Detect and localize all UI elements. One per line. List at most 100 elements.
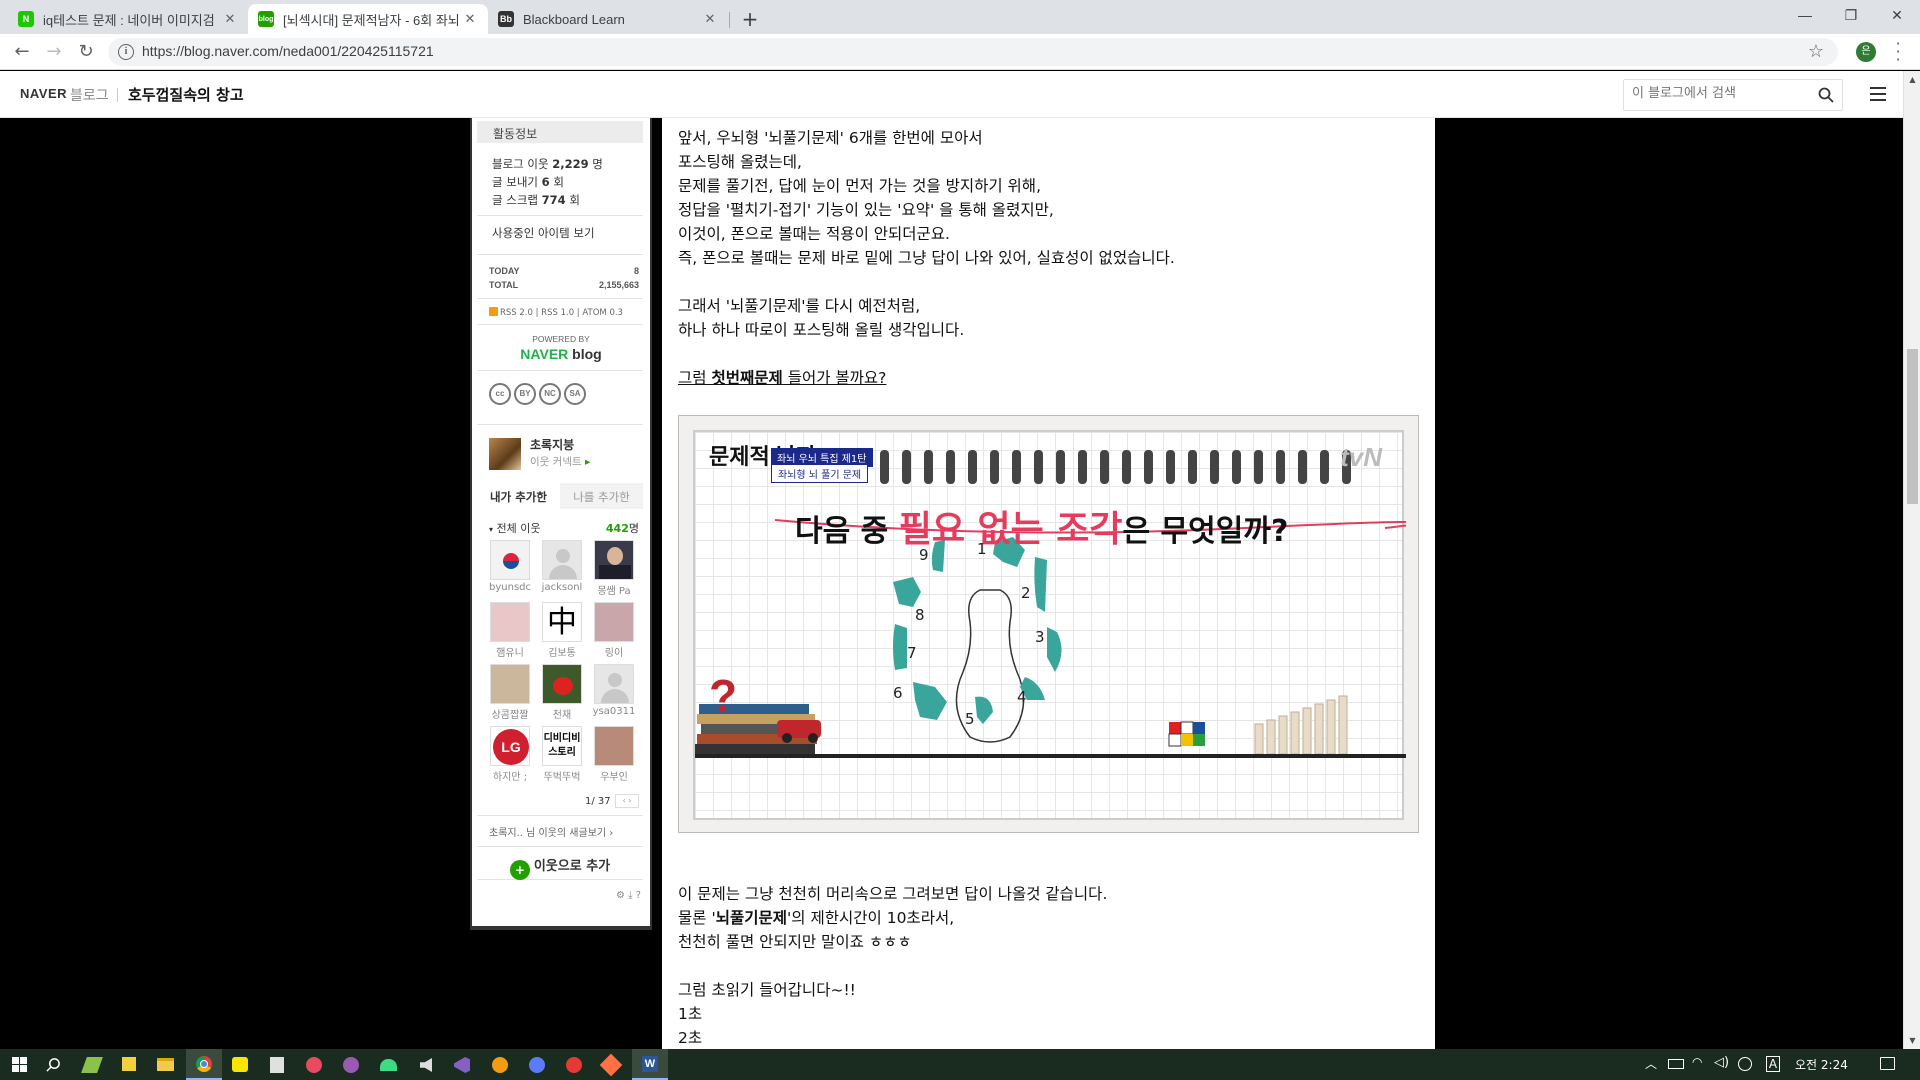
all-neighbors-dropdown[interactable]: ▾ 전체 이웃 <box>489 520 541 536</box>
forward-arrow-icon[interactable]: → <box>44 42 64 62</box>
app-icon[interactable] <box>492 1057 508 1073</box>
close-icon[interactable]: ✕ <box>222 11 238 27</box>
quiz-illustration: ? <box>695 450 1406 758</box>
profile-avatar[interactable]: 은 <box>1856 42 1876 62</box>
clock[interactable]: 오전 2:24 <box>1795 1056 1848 1073</box>
neighbor-name: 하지만 ; <box>492 772 528 783</box>
pager-arrows-icon[interactable]: ‹ › <box>615 794 639 808</box>
post-line: 즉, 폰으로 볼때는 문제 바로 밑에 그냥 답이 나와 있어, 실효성이 없었… <box>678 249 1175 267</box>
kakaotalk-icon[interactable] <box>232 1057 248 1072</box>
post-line: 앞서, 우뇌형 '뇌풀기문제' 6개를 한번에 모아서 <box>678 129 983 147</box>
neighbor-avatar <box>594 726 634 766</box>
neighbor-item[interactable]: jacksonl <box>539 540 585 593</box>
app-icon[interactable] <box>306 1057 322 1073</box>
tab-added-by-me[interactable]: 내가 추가한 <box>477 483 560 509</box>
quiz-question: 다음 중 필요 없는 조각은 무엇일까? <box>795 509 1289 550</box>
neighbor-item[interactable]: ysa0311 <box>591 664 637 717</box>
tab-title: [뇌섹시대] 문제적남자 - 6회 좌뇌 <box>283 12 460 28</box>
search-icon[interactable] <box>46 1057 61 1072</box>
file-explorer-icon[interactable] <box>157 1058 174 1071</box>
blog-search-input[interactable] <box>1632 86 1812 101</box>
tray-chevron-icon[interactable]: ︿ <box>1645 1055 1657 1072</box>
close-icon[interactable]: ✕ <box>702 11 718 27</box>
browser-tab[interactable]: N iq테스트 문제 : 네이버 이미지검 ✕ <box>8 4 248 34</box>
scroll-down-icon[interactable]: ▼ <box>1904 1032 1920 1049</box>
browser-tab[interactable]: Bb Blackboard Learn ✕ <box>488 4 728 34</box>
app-icon[interactable] <box>599 1053 623 1077</box>
tab-added-me[interactable]: 나를 추가한 <box>560 483 643 509</box>
post-line: 이것이, 폰으로 볼때는 적용이 안되더군요. <box>678 225 950 243</box>
neighbor-item[interactable]: 상콤짭짤 <box>487 664 533 721</box>
neighbor-item[interactable]: byunsdc <box>487 540 533 593</box>
sidebar-tools-icons[interactable]: ⚙ ⤓ ? <box>616 890 641 901</box>
app-icon[interactable] <box>529 1057 545 1073</box>
add-neighbor-button[interactable]: + 이웃으로 추가 <box>477 846 643 880</box>
cc-nc-icon: NC <box>539 383 561 405</box>
close-icon[interactable]: ✕ <box>462 11 478 27</box>
blog-logo-text[interactable]: 블로그 <box>70 85 109 105</box>
sticky-notes-icon[interactable] <box>122 1057 136 1071</box>
notifications-icon[interactable] <box>1880 1057 1895 1070</box>
neighbor-item[interactable]: 우부인 <box>591 726 637 783</box>
back-arrow-icon[interactable]: ← <box>12 42 32 62</box>
windows-start-icon[interactable] <box>12 1057 27 1072</box>
post-line: 그래서 '뇌풀기문제'를 다시 예전처럼, <box>678 297 921 315</box>
info-icon[interactable]: i <box>118 44 134 60</box>
naver-blog-logo[interactable]: NAVER blog <box>475 346 647 362</box>
buddy-news-link[interactable]: 초록지.. 님 이웃의 새글보기 › <box>489 824 613 839</box>
browser-menu-icon[interactable]: · · · <box>1892 36 1904 68</box>
app-icon[interactable] <box>566 1057 582 1073</box>
search-icon[interactable] <box>1818 87 1834 103</box>
blog-search-box <box>1623 79 1843 111</box>
window-close-button[interactable]: ✕ <box>1874 0 1920 30</box>
address-bar[interactable]: i https://blog.naver.com/neda001/2204251… <box>108 38 1838 66</box>
naver-logo[interactable]: NAVER <box>20 86 67 101</box>
neighbor-item[interactable]: 디비디비 스토리 뚜벅뚜벅 <box>539 726 585 783</box>
volume-icon[interactable]: ◁) <box>1714 1055 1729 1070</box>
scroll-thumb[interactable] <box>1907 349 1918 504</box>
neighbor-item[interactable]: LG 하지만 ; <box>487 726 533 783</box>
buddy-connect-link[interactable]: 이웃 커넥트 ▸ <box>530 454 590 469</box>
stat-sends: 글 보내기 6 회 <box>492 175 564 189</box>
app-icon[interactable] <box>343 1057 359 1073</box>
divider <box>477 424 643 425</box>
reload-icon[interactable]: ↻ <box>76 42 96 62</box>
url-text[interactable]: https://blog.naver.com/neda001/220425115… <box>142 43 434 59</box>
scroll-up-icon[interactable]: ▲ <box>1904 71 1920 88</box>
page-scrollbar[interactable]: ▲ ▼ <box>1903 71 1920 1049</box>
neighbor-item[interactable]: 몽쌤 Pa <box>591 540 637 597</box>
neighbor-avatar <box>542 540 582 580</box>
neighbor-item[interactable]: 천재 <box>539 664 585 721</box>
items-link[interactable]: 사용중인 아이템 보기 <box>492 225 595 241</box>
maximize-button[interactable]: ❐ <box>1828 0 1874 30</box>
speaker-app-icon[interactable] <box>420 1058 432 1072</box>
wifi-icon[interactable]: ◠ <box>1692 1055 1702 1069</box>
tvn-logo: tvN <box>1340 442 1382 472</box>
neighbor-item[interactable]: 링이 <box>591 602 637 659</box>
calculator-icon[interactable] <box>270 1057 284 1073</box>
chrome-icon[interactable] <box>186 1049 222 1080</box>
input-language-indicator[interactable]: A <box>1766 1056 1780 1072</box>
neighbor-avatar <box>542 664 582 704</box>
rss-links[interactable]: RSS 2.0 | RSS 1.0 | ATOM 0.3 <box>489 307 623 318</box>
buddy-avatar[interactable] <box>489 438 521 470</box>
android-icon[interactable] <box>380 1059 397 1071</box>
minimize-button[interactable]: — <box>1782 0 1828 30</box>
pen-app-icon[interactable] <box>81 1057 103 1073</box>
bookmark-star-icon[interactable]: ☆ <box>1808 41 1824 62</box>
browser-tab-active[interactable]: blog [뇌섹시대] 문제적남자 - 6회 좌뇌 ✕ <box>248 4 488 34</box>
quiz-image[interactable]: ? 문제적 남자 좌뇌 우뇌 특집 제1탄 좌뇌형 뇌 풀기 문제 tvN 다음… <box>678 415 1419 833</box>
visual-studio-icon[interactable] <box>454 1057 470 1073</box>
buddy-name[interactable]: 초록지붕 <box>530 436 574 453</box>
battery-icon[interactable] <box>1668 1059 1684 1069</box>
blog-title[interactable]: 호두껍질속의 창고 <box>128 84 244 105</box>
creative-commons-icons[interactable]: cc BY NC SA <box>489 383 586 405</box>
word-icon[interactable]: W <box>632 1049 668 1080</box>
piece-number: 1 <box>977 540 987 558</box>
post-line: 문제를 풀기전, 답에 눈이 먼저 가는 것을 방지하기 위해, <box>678 177 1041 195</box>
neighbor-item[interactable]: 햄유니 <box>487 602 533 659</box>
neighbor-item[interactable]: 中 김보통 <box>539 602 585 659</box>
hamburger-menu-icon[interactable] <box>1870 87 1886 101</box>
blocked-icon[interactable] <box>1738 1057 1752 1071</box>
new-tab-button[interactable]: + <box>737 6 763 32</box>
